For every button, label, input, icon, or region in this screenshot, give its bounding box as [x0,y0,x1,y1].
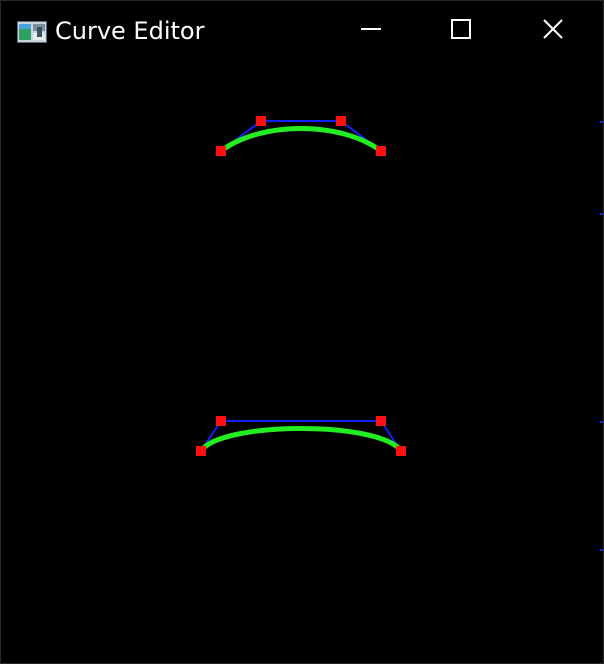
lower-control-point-1[interactable] [196,446,206,456]
upper-control-point-1[interactable] [216,146,226,156]
edge-marker [600,121,603,123]
close-button[interactable] [507,1,599,61]
upper-control-point-2[interactable] [256,116,266,126]
close-icon [542,18,564,44]
curve-editor-window: Curve Editor [0,0,604,664]
app-icon [17,21,47,43]
lower-control-point-2[interactable] [216,416,226,426]
lower-bezier-path [198,426,404,454]
title-bar[interactable]: Curve Editor [1,1,603,61]
minimize-icon [360,18,382,44]
minimize-button[interactable] [325,1,417,61]
upper-control-point-3[interactable] [336,116,346,126]
edge-marker [600,421,603,423]
lower-control-point-4[interactable] [396,446,406,456]
edge-marker [600,213,603,215]
drawing-canvas[interactable] [1,61,603,663]
maximize-button[interactable] [415,1,507,61]
lower-control-point-3[interactable] [376,416,386,426]
curve-svg [196,116,406,456]
upper-curve[interactable] [216,116,386,156]
maximize-icon [450,18,472,44]
lower-curve[interactable] [196,416,406,456]
upper-control-point-4[interactable] [376,146,386,156]
window-title: Curve Editor [55,17,205,45]
edge-marker [600,549,603,551]
